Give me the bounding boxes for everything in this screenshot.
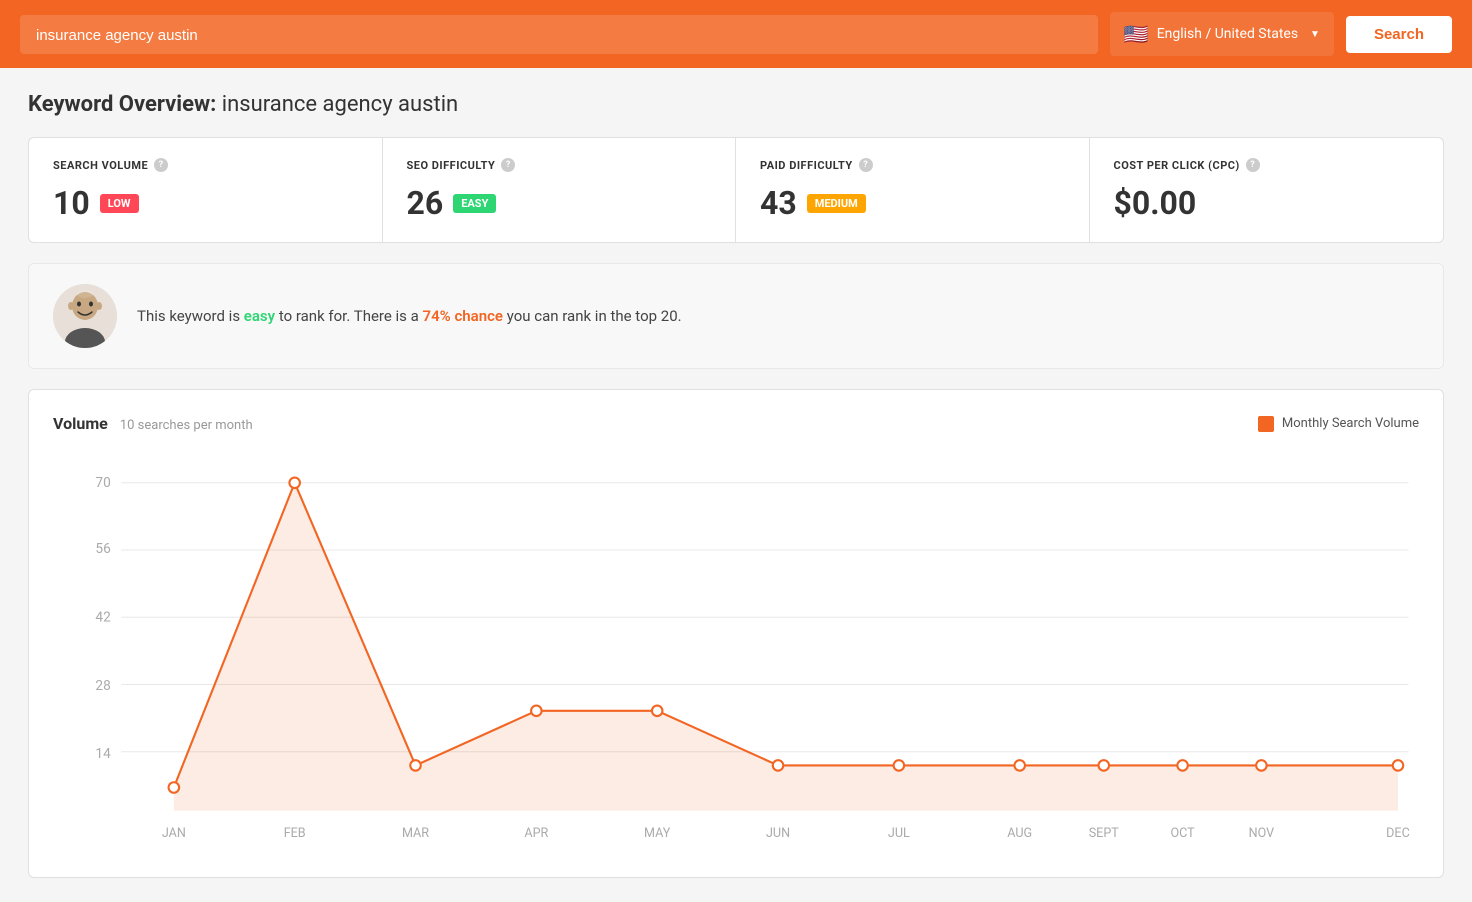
- language-selector[interactable]: 🇺🇸 English / United States ▼: [1110, 12, 1334, 56]
- data-point-apr: [531, 706, 542, 717]
- svg-text:APR: APR: [524, 826, 548, 841]
- language-label: English / United States: [1157, 26, 1298, 42]
- svg-text:JUL: JUL: [888, 826, 910, 841]
- data-point-nov: [1256, 760, 1267, 771]
- insight-banner: This keyword is easy to rank for. There …: [28, 263, 1444, 369]
- stat-value-seo-difficulty: 26 EASY: [407, 184, 712, 222]
- data-point-jun: [773, 760, 784, 771]
- page-title-prefix: Keyword Overview:: [28, 92, 216, 117]
- data-point-jul: [894, 760, 905, 771]
- avatar-image: [53, 284, 117, 348]
- svg-text:NOV: NOV: [1249, 826, 1275, 841]
- legend-label: Monthly Search Volume: [1282, 416, 1419, 431]
- svg-text:MAR: MAR: [402, 826, 429, 841]
- svg-text:14: 14: [95, 746, 111, 762]
- stat-card-paid-difficulty: Paid Difficulty ? 43 MEDIUM: [736, 138, 1090, 242]
- insight-easy-label: easy: [244, 307, 275, 325]
- svg-text:56: 56: [95, 541, 111, 557]
- chart-area-fill: [174, 483, 1398, 811]
- svg-text:OCT: OCT: [1170, 826, 1195, 841]
- svg-text:AUG: AUG: [1007, 826, 1032, 841]
- chart-header: Volume 10 searches per month Monthly Sea…: [53, 414, 1419, 433]
- search-input[interactable]: [36, 27, 1082, 44]
- data-point-dec: [1393, 760, 1404, 771]
- svg-text:JUN: JUN: [766, 826, 790, 841]
- search-button[interactable]: Search: [1346, 16, 1452, 53]
- stat-card-cpc: Cost Per Click (CPC) ? $0.00: [1090, 138, 1444, 242]
- stat-label-cpc: Cost Per Click (CPC) ?: [1114, 158, 1420, 172]
- stats-row: Search Volume ? 10 LOW SEO Difficulty ? …: [28, 137, 1444, 243]
- stat-card-search-volume: Search Volume ? 10 LOW: [29, 138, 383, 242]
- main-content: Keyword Overview: insurance agency austi…: [0, 68, 1472, 902]
- svg-text:42: 42: [95, 609, 111, 625]
- svg-text:70: 70: [95, 475, 110, 491]
- svg-text:SEPT: SEPT: [1089, 826, 1120, 841]
- svg-text:FEB: FEB: [284, 826, 306, 841]
- data-point-mar: [410, 760, 421, 771]
- chart-title-group: Volume 10 searches per month: [53, 414, 253, 433]
- help-icon-paid-difficulty[interactable]: ?: [859, 158, 873, 172]
- chart-legend: Monthly Search Volume: [1258, 416, 1419, 432]
- chart-card: Volume 10 searches per month Monthly Sea…: [28, 389, 1444, 878]
- insight-text: This keyword is easy to rank for. There …: [137, 305, 682, 328]
- stat-value-paid-difficulty: 43 MEDIUM: [760, 184, 1065, 222]
- data-point-aug: [1014, 760, 1025, 771]
- page-keyword: insurance agency austin: [222, 92, 458, 117]
- insight-chance-label: 74% chance: [423, 307, 503, 325]
- chart-title: Volume: [53, 414, 108, 433]
- app-header: 🇺🇸 English / United States ▼ Search: [0, 0, 1472, 68]
- chart-area: 70 56 42 28 14: [53, 453, 1419, 853]
- svg-text:28: 28: [95, 678, 110, 694]
- chart-svg: 70 56 42 28 14: [53, 453, 1419, 853]
- search-input-wrap[interactable]: [20, 15, 1098, 54]
- flag-icon: 🇺🇸: [1124, 22, 1149, 46]
- svg-text:MAY: MAY: [644, 826, 671, 841]
- svg-text:JAN: JAN: [162, 826, 186, 841]
- legend-color: [1258, 416, 1274, 432]
- help-icon-cpc[interactable]: ?: [1246, 158, 1260, 172]
- avatar: [53, 284, 117, 348]
- stat-label-search-volume: Search Volume ?: [53, 158, 358, 172]
- stat-value-search-volume: 10 LOW: [53, 184, 358, 222]
- chevron-down-icon: ▼: [1310, 29, 1320, 40]
- data-point-oct: [1177, 760, 1188, 771]
- badge-low: LOW: [100, 194, 139, 213]
- stat-value-cpc: $0.00: [1114, 184, 1420, 222]
- badge-medium: MEDIUM: [807, 194, 866, 213]
- data-point-sept: [1099, 760, 1110, 771]
- help-icon-search-volume[interactable]: ?: [154, 158, 168, 172]
- page-title: Keyword Overview: insurance agency austi…: [28, 92, 1444, 117]
- data-point-may: [652, 706, 663, 717]
- stat-label-seo-difficulty: SEO Difficulty ?: [407, 158, 712, 172]
- svg-text:DEC: DEC: [1386, 826, 1410, 841]
- help-icon-seo-difficulty[interactable]: ?: [501, 158, 515, 172]
- data-point-jan: [169, 782, 180, 793]
- stat-card-seo-difficulty: SEO Difficulty ? 26 EASY: [383, 138, 737, 242]
- data-point-feb: [289, 478, 300, 489]
- stat-label-paid-difficulty: Paid Difficulty ?: [760, 158, 1065, 172]
- chart-subtitle: 10 searches per month: [120, 418, 253, 433]
- badge-easy: EASY: [453, 194, 496, 213]
